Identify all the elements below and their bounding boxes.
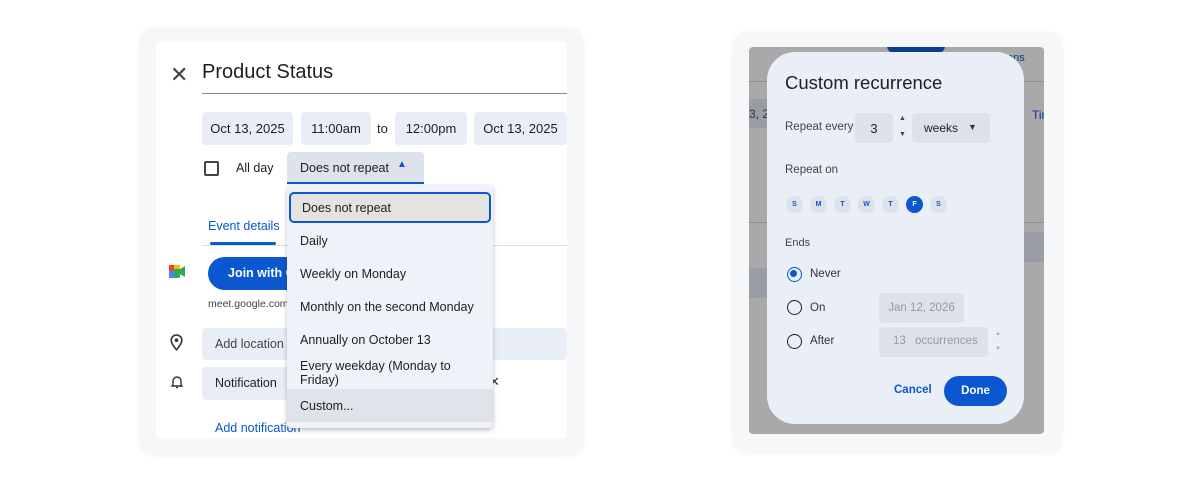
bell-icon [170, 375, 184, 394]
repeat-option[interactable]: Does not repeat [289, 192, 491, 223]
never-label: Never [810, 268, 841, 280]
chevron-up-icon: ▲ [397, 159, 407, 170]
repeat-option[interactable]: Custom... [287, 389, 493, 422]
repeat-option[interactable]: Annually on October 13 [287, 323, 493, 356]
day-toggle[interactable]: T [834, 196, 851, 213]
event-title-input[interactable]: Product Status [202, 61, 333, 84]
to-label: to [377, 121, 388, 136]
start-time-field[interactable]: 11:00am [301, 112, 371, 145]
repeat-option[interactable]: Daily [287, 224, 493, 257]
radio-never[interactable] [787, 267, 802, 282]
repeat-option[interactable]: Weekly on Monday [287, 257, 493, 290]
occurrences-input[interactable]: 13 occurrences [879, 327, 988, 357]
day-toggle[interactable]: W [858, 196, 875, 213]
bg-field [1024, 232, 1044, 262]
end-date-input[interactable]: Jan 12, 2026 [879, 293, 964, 323]
radio-on[interactable] [787, 300, 802, 315]
occurrences-unit: occurrences [915, 335, 978, 347]
bg-field [749, 268, 767, 298]
on-label: On [810, 302, 826, 314]
radio-after[interactable] [787, 334, 802, 349]
end-time-field[interactable]: 12:00pm [395, 112, 467, 145]
repeat-every-label: Repeat every [785, 121, 854, 133]
all-day-label: All day [236, 161, 274, 175]
repeat-options-menu: Does not repeat Daily Weekly on Monday M… [287, 185, 493, 428]
occurrences-count: 13 [893, 335, 906, 347]
meet-link[interactable]: meet.google.com [208, 298, 289, 310]
google-meet-icon [169, 265, 185, 278]
unit-dropdown[interactable]: weeks ▼ [912, 113, 990, 143]
repeat-option[interactable]: Every weekday (Monday to Friday) [287, 356, 493, 389]
day-toggle[interactable]: S [930, 196, 947, 213]
day-toggle-selected[interactable]: F [906, 196, 923, 213]
day-toggle[interactable]: T [882, 196, 899, 213]
location-pin-icon [170, 334, 183, 355]
repeat-option[interactable]: Monthly on the second Monday [287, 290, 493, 323]
title-underline [202, 93, 567, 94]
day-toggle[interactable]: M [810, 196, 827, 213]
increment-icon[interactable]: ▲ [899, 115, 906, 122]
tab-event-details[interactable]: Event details [208, 219, 280, 233]
increment-icon[interactable]: ▲ [995, 331, 1001, 337]
bg-text: Tir [1032, 108, 1044, 122]
unit-value: weeks [924, 121, 959, 135]
day-toggle[interactable]: S [786, 196, 803, 213]
after-label: After [810, 335, 835, 347]
decrement-icon[interactable]: ▼ [995, 346, 1001, 352]
ends-label: Ends [785, 237, 811, 249]
start-date-field[interactable]: Oct 13, 2025 [202, 112, 293, 145]
all-day-checkbox[interactable] [204, 161, 219, 176]
repeat-on-label: Repeat on [785, 164, 839, 176]
decrement-icon[interactable]: ▼ [899, 131, 906, 138]
cancel-button[interactable]: Cancel [894, 384, 932, 396]
repeat-dropdown-value: Does not repeat [300, 161, 389, 175]
done-button[interactable]: Done [944, 376, 1007, 406]
dialog-title: Custom recurrence [785, 72, 943, 93]
repeat-every-input[interactable]: 3 [855, 113, 893, 143]
repeat-dropdown[interactable]: Does not repeat ▲ [287, 152, 424, 184]
chevron-down-icon: ▼ [968, 122, 977, 132]
close-icon[interactable]: ✕ [170, 62, 188, 88]
end-date-field[interactable]: Oct 13, 2025 [474, 112, 567, 145]
